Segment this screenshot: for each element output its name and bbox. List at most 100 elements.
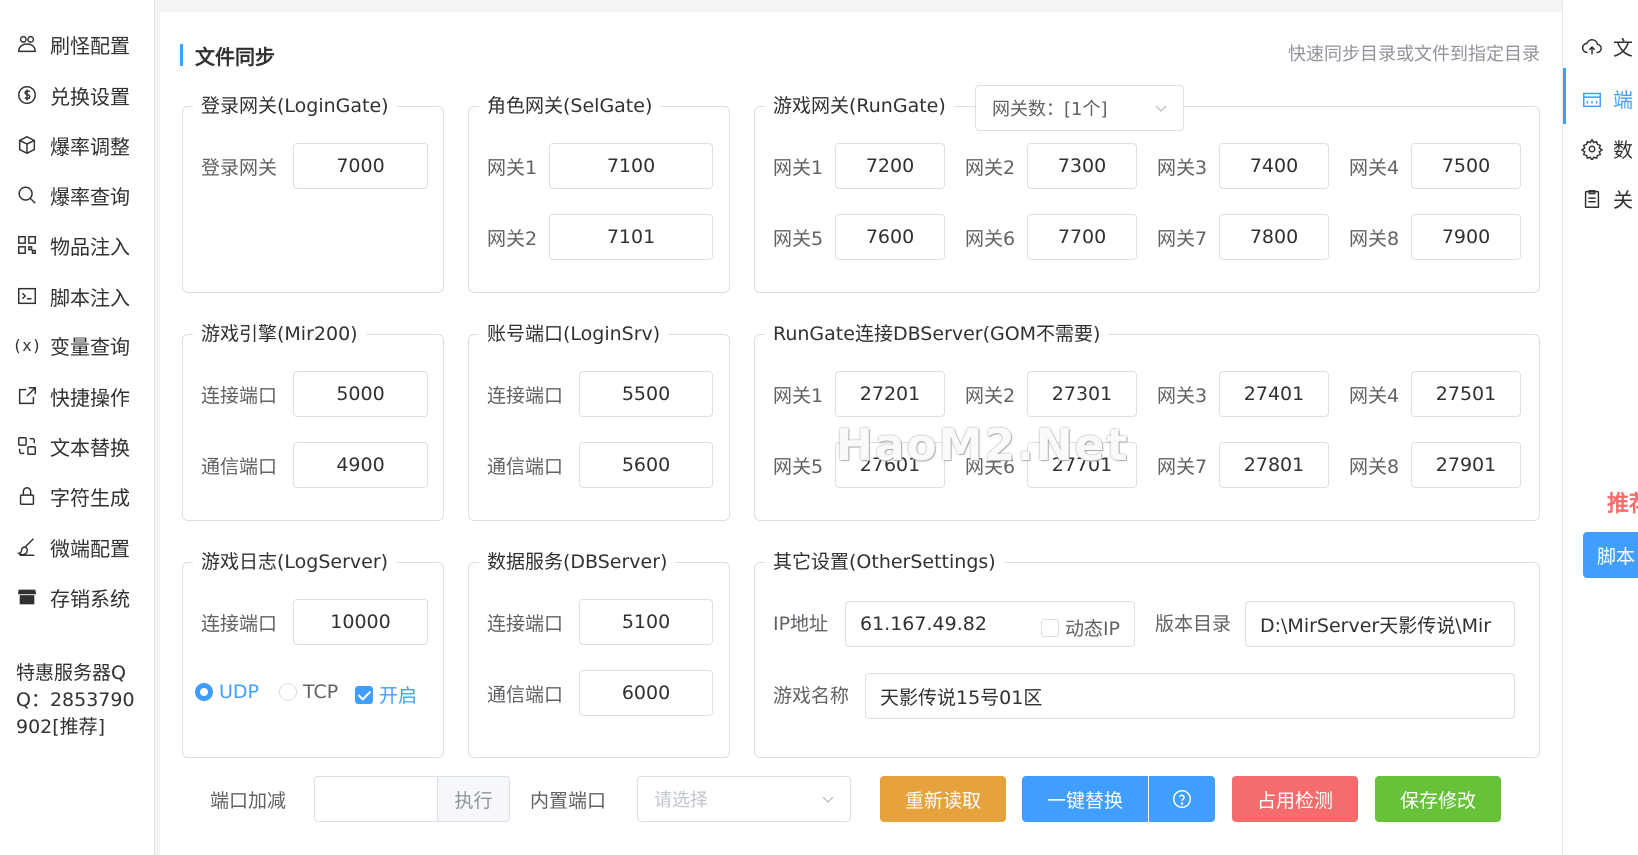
sel-gate2-input[interactable]: 7101	[549, 214, 713, 260]
sidebar-item-exchange[interactable]: 兑换设置	[14, 77, 130, 113]
sidebar-item-text-replace[interactable]: 文本替换	[14, 428, 130, 464]
sidebar-item-drop-query[interactable]: 爆率查询	[14, 177, 130, 213]
execute-button[interactable]: 执行	[437, 777, 509, 821]
occupancy-check-button[interactable]: 占用检测	[1232, 776, 1358, 822]
gear-icon	[1581, 138, 1603, 160]
game-name-input[interactable]: 天影传说15号01区	[865, 673, 1515, 719]
sidebar-item-label: 脚本注入	[50, 285, 130, 310]
run-gate7-input[interactable]: 7800	[1219, 214, 1329, 260]
run-gate1-input[interactable]: 7200	[835, 143, 945, 189]
db-gate6-input[interactable]: 27701	[1027, 442, 1137, 488]
run-gate4-input[interactable]: 7500	[1411, 143, 1521, 189]
sidebar-item-script-inject[interactable]: 脚本注入	[14, 278, 130, 314]
box-icon	[14, 132, 40, 158]
field-label: 网关4	[1349, 157, 1400, 179]
question-circle-icon	[1173, 790, 1191, 808]
builtin-port-select[interactable]: 请选择	[637, 776, 851, 822]
active-indicator	[1563, 68, 1566, 124]
script-button[interactable]: 脚本	[1583, 532, 1638, 578]
sidebar-item-item-inject[interactable]: 物品注入	[14, 227, 130, 263]
login-gate-port-input[interactable]: 7000	[293, 143, 428, 189]
run-gate2-input[interactable]: 7300	[1027, 143, 1137, 189]
field-label: 网关6	[965, 228, 1016, 250]
monster-icon	[14, 31, 40, 57]
ip-label: IP地址	[773, 613, 829, 635]
group-title: RunGate连接DBServer(GOM不需要)	[765, 319, 1109, 346]
field-label: 连接端口	[487, 613, 564, 635]
app-window: 刷怪配置 兑换设置 爆率调整 爆率查询 物品注入 脚本注入 (x) 变量查询 快	[0, 0, 1638, 855]
field-label: 网关2	[965, 157, 1016, 179]
loginsrv-connect-port-input[interactable]: 5500	[579, 371, 713, 417]
enable-checkbox[interactable]: 开启	[355, 681, 417, 708]
db-gate2-input[interactable]: 27301	[1027, 371, 1137, 417]
field-label: 连接端口	[487, 385, 564, 407]
loginsrv-comm-port-input[interactable]: 5600	[579, 442, 713, 488]
sidebar-item-label: 变量查询	[50, 334, 130, 359]
dynamic-ip-checkbox[interactable]: 动态IP	[1040, 614, 1120, 641]
version-dir-label: 版本目录	[1155, 613, 1232, 635]
dollar-icon	[14, 82, 40, 108]
ip-address-input[interactable]: 61.167.49.82 动态IP	[845, 601, 1135, 647]
field-label: 网关6	[965, 456, 1016, 478]
reload-button[interactable]: 重新读取	[880, 776, 1006, 822]
help-button[interactable]	[1149, 776, 1215, 822]
mir200-comm-port-input[interactable]: 4900	[293, 442, 428, 488]
save-button[interactable]: 保存修改	[1375, 776, 1501, 822]
field-label: 通信端口	[487, 684, 564, 706]
right-item-close[interactable]: 关	[1581, 184, 1633, 213]
tcp-radio[interactable]: TCP	[279, 681, 338, 703]
field-label: 连接端口	[201, 385, 278, 407]
sidebar-item-monster-config[interactable]: 刷怪配置	[14, 26, 130, 62]
sidebar-item-label: 爆率查询	[50, 184, 130, 209]
group-login-gate: 登录网关(LoginGate) 登录网关 7000	[182, 91, 444, 293]
gate-count-value: 网关数：[1个]	[992, 99, 1108, 120]
variable-icon: (x)	[12, 335, 42, 355]
gate-count-select[interactable]: 网关数：[1个]	[975, 85, 1184, 131]
run-gate3-input[interactable]: 7400	[1219, 143, 1329, 189]
group-title: 游戏网关(RunGate)	[765, 91, 954, 118]
mir200-connect-port-input[interactable]: 5000	[293, 371, 428, 417]
db-gate1-input[interactable]: 27201	[835, 371, 945, 417]
lock-icon	[14, 483, 40, 509]
db-gate8-input[interactable]: 27901	[1411, 442, 1521, 488]
udp-label: UDP	[219, 681, 259, 703]
run-gate6-input[interactable]: 7700	[1027, 214, 1137, 260]
sidebar-item-quick-ops[interactable]: 快捷操作	[14, 378, 130, 414]
dbserver-comm-port-input[interactable]: 6000	[579, 670, 713, 716]
sidebar: 刷怪配置 兑换设置 爆率调整 爆率查询 物品注入 脚本注入 (x) 变量查询 快	[0, 0, 155, 855]
terminal-icon	[14, 283, 40, 309]
group-title: 数据服务(DBServer)	[479, 547, 676, 574]
field-label: 网关1	[773, 157, 824, 179]
right-item-file[interactable]: 文	[1581, 32, 1633, 61]
sidebar-item-drop-rate[interactable]: 爆率调整	[14, 127, 130, 163]
db-gate4-input[interactable]: 27501	[1411, 371, 1521, 417]
chevron-down-icon	[1155, 105, 1167, 113]
group-other-settings: 其它设置(OtherSettings) IP地址 61.167.49.82 动态…	[754, 547, 1540, 758]
run-gate8-input[interactable]: 7900	[1411, 214, 1521, 260]
logserver-port-input[interactable]: 10000	[293, 599, 428, 645]
sel-gate1-input[interactable]: 7100	[549, 143, 713, 189]
version-dir-input[interactable]: D:\MirServer天影传说\Mir	[1245, 601, 1515, 647]
sidebar-item-store-system[interactable]: 存销系统	[14, 579, 130, 615]
sidebar-item-variable-query[interactable]: (x) 变量查询	[12, 327, 130, 363]
field-label: 网关7	[1157, 456, 1208, 478]
group-title: 游戏引擎(Mir200)	[193, 319, 366, 346]
right-panel: 文 端 数 关 推荐 脚本	[1562, 0, 1638, 855]
group-title: 角色网关(SelGate)	[479, 91, 661, 118]
sidebar-item-char-gen[interactable]: 字符生成	[14, 478, 130, 514]
field-label: 网关3	[1157, 385, 1208, 407]
db-gate3-input[interactable]: 27401	[1219, 371, 1329, 417]
page-subtitle: 快速同步目录或文件到指定目录	[1288, 44, 1540, 65]
db-gate7-input[interactable]: 27801	[1219, 442, 1329, 488]
right-item-port[interactable]: 端	[1581, 84, 1633, 113]
udp-radio[interactable]: UDP	[195, 681, 259, 703]
db-gate5-input[interactable]: 27601	[835, 442, 945, 488]
one-click-replace-button[interactable]: 一键替换	[1022, 776, 1148, 822]
port-adjust-input[interactable]: 执行	[314, 776, 510, 822]
builtin-port-label: 内置端口	[530, 790, 607, 812]
run-gate5-input[interactable]: 7600	[835, 214, 945, 260]
field-label: 网关1	[773, 385, 824, 407]
right-item-data[interactable]: 数	[1581, 134, 1633, 163]
sidebar-item-micro-client[interactable]: 微端配置	[14, 529, 130, 565]
dbserver-connect-port-input[interactable]: 5100	[579, 599, 713, 645]
